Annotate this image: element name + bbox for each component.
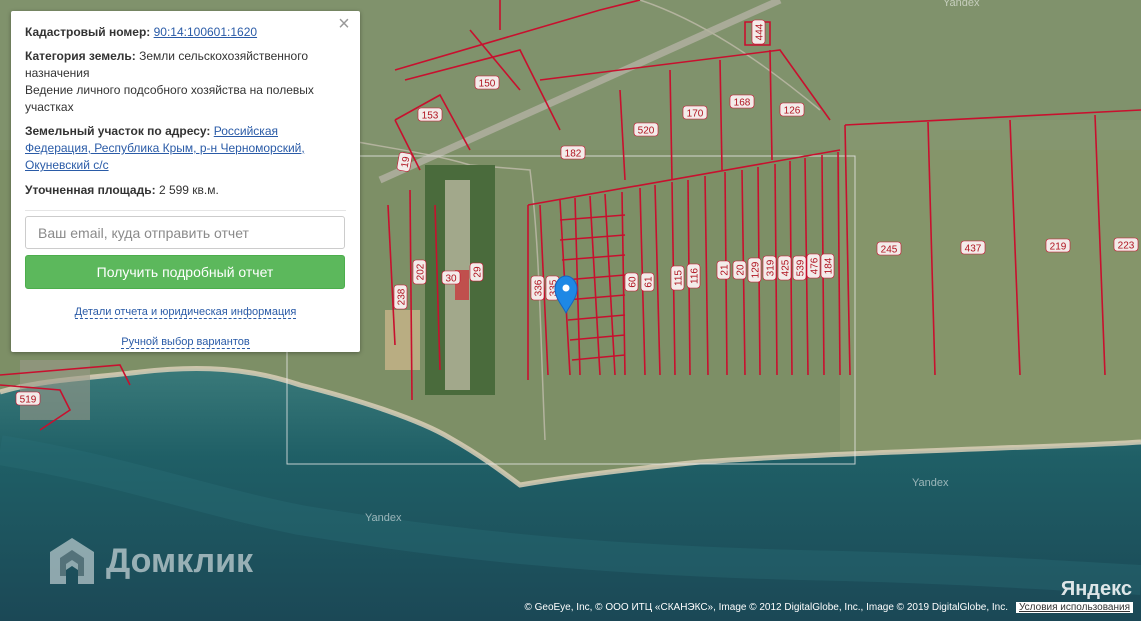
get-report-button[interactable]: Получить подробный отчет xyxy=(25,255,345,289)
parcel-number-label[interactable]: 30 xyxy=(441,270,461,285)
brand-name: Домклик xyxy=(106,541,254,580)
parcel-number-label[interactable]: 336 xyxy=(530,275,545,301)
parcel-number: 29 xyxy=(473,266,484,278)
yandex-logo[interactable]: Яндекс xyxy=(1061,578,1132,601)
manual-selection-row: Ручной выбор вариантов xyxy=(25,334,346,351)
parcel-number-label[interactable]: 444 xyxy=(751,19,766,45)
parcel-number-label[interactable]: 60 xyxy=(624,272,639,292)
parcel-number-label[interactable]: 238 xyxy=(393,284,408,310)
parcel-number-label[interactable]: 168 xyxy=(729,94,755,109)
report-details-link[interactable]: Детали отчета и юридическая информация xyxy=(74,306,297,319)
parcel-number: 153 xyxy=(422,111,439,122)
parcel-number: 319 xyxy=(766,259,777,276)
parcel-info-popup: × Кадастровый номер: 90:14:100601:1620 К… xyxy=(11,11,360,352)
parcel-number-label[interactable]: 129 xyxy=(747,257,762,283)
parcel-number-label[interactable]: 437 xyxy=(960,240,986,255)
manual-selection-link[interactable]: Ручной выбор вариантов xyxy=(121,336,250,349)
parcel-number-label[interactable]: 519 xyxy=(15,391,41,406)
map-watermark: Yandex xyxy=(912,477,949,489)
parcel-number: 219 xyxy=(1050,242,1067,253)
parcel-number-label[interactable]: 219 xyxy=(1045,238,1071,253)
parcel-number: 202 xyxy=(416,263,427,280)
parcel-number-label[interactable]: 520 xyxy=(633,122,659,137)
parcel-number-label[interactable]: 425 xyxy=(777,255,792,281)
parcel-number-label[interactable]: 115 xyxy=(670,265,685,291)
parcel-number-label[interactable]: 223 xyxy=(1113,237,1139,252)
parcel-number: 170 xyxy=(687,109,704,120)
parcel-number-label[interactable]: 245 xyxy=(876,241,902,256)
area-label: Уточненная площадь: xyxy=(25,183,156,197)
parcel-number: 336 xyxy=(534,279,545,296)
parcel-number: 245 xyxy=(881,245,898,256)
parcel-number: 444 xyxy=(755,23,766,40)
parcel-number: 116 xyxy=(690,268,701,284)
house-logo-icon xyxy=(50,538,94,584)
parcel-number: 129 xyxy=(751,261,762,278)
parcel-number-label[interactable]: 319 xyxy=(762,255,777,281)
close-icon[interactable]: × xyxy=(336,14,352,34)
field-area xyxy=(840,120,1141,450)
parcel-number: 184 xyxy=(824,257,835,274)
copyright-text: © GeoEye, Inc, © ООО ИТЦ «СКАНЭКС», Imag… xyxy=(524,602,1008,613)
terms-link[interactable]: Условия использования xyxy=(1016,602,1133,613)
parcel-number: 168 xyxy=(734,98,751,109)
parcel-number-label[interactable]: 153 xyxy=(417,107,443,122)
parcel-number: 476 xyxy=(810,257,821,274)
cadastral-number-row: Кадастровый номер: 90:14:100601:1620 xyxy=(25,24,346,41)
parcel-number-label[interactable]: 29 xyxy=(469,262,484,282)
parcel-number: 520 xyxy=(638,126,655,137)
area-row: Уточненная площадь: 2 599 кв.м. xyxy=(25,182,346,199)
parcel-number: 182 xyxy=(565,149,582,160)
parcel-number-label[interactable]: 170 xyxy=(682,105,708,120)
parcel-number-label[interactable]: 202 xyxy=(412,259,427,285)
parcel-number-label[interactable]: 150 xyxy=(474,75,500,90)
parcel-number-label[interactable]: 61 xyxy=(640,272,655,292)
parcel-number: 60 xyxy=(628,276,639,288)
report-details-row: Детали отчета и юридическая информация xyxy=(25,304,346,321)
cadastral-number-label: Кадастровый номер: xyxy=(25,25,151,39)
parcel-number-label[interactable]: 116 xyxy=(686,263,701,289)
cadastral-number-link[interactable]: 90:14:100601:1620 xyxy=(154,25,257,39)
parcel-number: 519 xyxy=(20,395,37,406)
parcel-number: 126 xyxy=(784,106,801,117)
land-usage: Ведение личного подсобного хозяйства на … xyxy=(25,83,314,114)
map-watermark: Yandex xyxy=(943,0,980,9)
parcel-number: 223 xyxy=(1118,241,1135,252)
parcel-number-label[interactable]: 476 xyxy=(806,253,821,279)
address-row: Земельный участок по адресу: Российская … xyxy=(25,123,346,174)
address-label: Земельный участок по адресу: xyxy=(25,124,211,138)
parcel-number: 539 xyxy=(796,259,807,276)
parcel-number: 238 xyxy=(397,288,408,305)
parcel-number: 437 xyxy=(965,244,982,255)
domclick-logo: Домклик xyxy=(48,536,253,586)
land-category-label: Категория земель: xyxy=(25,49,136,63)
parcel-number: 20 xyxy=(736,264,747,276)
parcel-number-label[interactable]: 539 xyxy=(792,255,807,281)
resort-sand xyxy=(385,310,420,370)
parcel-number: 30 xyxy=(445,274,457,285)
parcel-number-label[interactable]: 184 xyxy=(820,253,835,279)
map-attribution: © GeoEye, Inc, © ООО ИТЦ «СКАНЭКС», Imag… xyxy=(524,602,1133,613)
parcel-number: 61 xyxy=(644,276,655,288)
parcel-number-label[interactable]: 20 xyxy=(732,260,747,280)
email-input[interactable] xyxy=(25,216,345,249)
map-watermark: Yandex xyxy=(365,512,402,524)
parcel-number: 150 xyxy=(479,79,496,90)
land-category-row: Категория земель: Земли сельскохозяйстве… xyxy=(25,48,346,82)
divider xyxy=(25,210,346,211)
parcel-number-label[interactable]: 182 xyxy=(560,145,586,160)
parcel-number-label[interactable]: 21 xyxy=(716,260,731,280)
parcel-number-label[interactable]: 126 xyxy=(779,102,805,117)
parcel-number: 115 xyxy=(674,270,685,286)
parcel-number: 21 xyxy=(720,264,731,276)
parcel-number: 425 xyxy=(781,259,792,276)
area-value: 2 599 кв.м. xyxy=(158,183,219,197)
